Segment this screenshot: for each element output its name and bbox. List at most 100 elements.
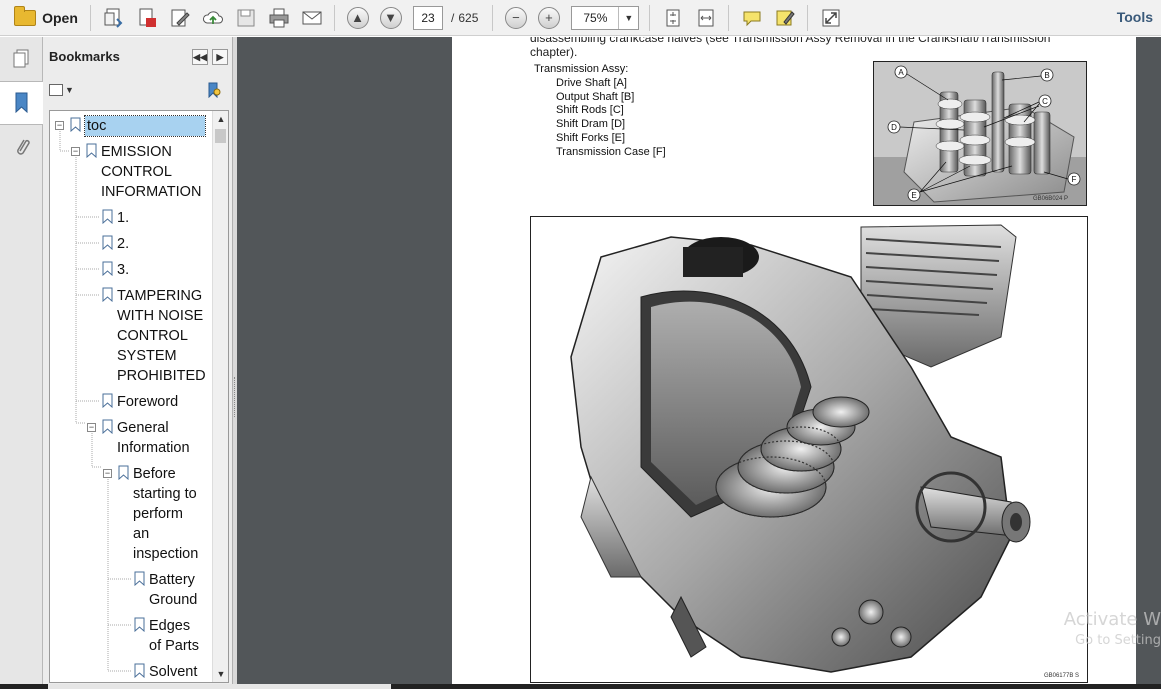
callout-label-b: B [1044,71,1049,80]
print-button[interactable] [262,4,295,32]
expand-button[interactable] [814,4,847,32]
toolbar-separator [728,4,730,31]
bookmark-label[interactable]: General Information [117,418,212,458]
tools-button[interactable]: Tools [1117,9,1153,25]
zoom-select[interactable]: 75% ▼ [571,5,640,30]
bookmark-label[interactable]: 1. [117,208,207,228]
bookmark-label[interactable]: Foreword [117,392,212,412]
navigation-pane-rail [0,37,43,689]
attachments-tab[interactable] [0,125,43,169]
activation-watermark: Activate W [1063,609,1161,630]
bookmark-icon [118,465,129,480]
collapse-panel-button[interactable]: ◀◀ [192,49,208,65]
create-pdf-button[interactable] [97,4,130,32]
bookmarks-scrollbar[interactable]: ▲ ▼ [212,111,228,682]
bookmark-label[interactable]: Edges of Parts [149,616,213,656]
options-menu-button[interactable]: ▼ [49,84,74,96]
transmission-photo-graphic: A B C D E F [874,62,1086,205]
bookmarks-header: Bookmarks ◀◀ ▶ [43,37,232,75]
document-viewport[interactable]: disassembling crankcase halves (see Tran… [237,37,1161,689]
list-heading: Transmission Assy: [534,63,629,75]
edit-button[interactable] [163,4,196,32]
find-bookmark-icon[interactable] [206,82,222,98]
expand-panel-arrow-icon[interactable]: ▶ [212,49,228,65]
highlighter-icon [776,10,795,25]
bookmark-icon [102,287,113,302]
zoom-in-button[interactable]: + [532,4,565,32]
scrollbar-thumb[interactable] [215,129,226,143]
page-thumbnails-tab[interactable] [0,37,43,81]
list-item: Shift Dram [D] [556,118,626,131]
bookmark-ribbon-icon [15,92,27,114]
arrow-down-icon: ▼ [379,6,402,29]
edit-pen-icon [171,9,190,26]
fit-page-button[interactable] [656,4,689,32]
page-count: 625 [458,10,479,25]
page-number-input[interactable]: 23 [413,5,443,30]
plus-icon: + [537,6,560,29]
list-item: Shift Rods [C] [556,104,624,117]
callout-label-d: D [891,123,897,132]
engine-cutaway-illustration: GB06177B S [530,216,1088,683]
upload-button[interactable] [196,4,229,32]
bookmark-icon [102,209,113,224]
page-separator: / [451,10,455,25]
bookmark-label[interactable]: TAMPERING WITH NOISE CONTROL SYSTEM PROH… [117,286,212,386]
bookmark-label[interactable]: Battery Ground [149,570,213,610]
collapse-toggle-icon[interactable]: − [87,423,96,432]
zoom-value[interactable]: 75% [572,7,618,29]
email-button[interactable] [295,4,328,32]
toolbar-separator [807,4,809,31]
collapse-toggle-icon[interactable]: − [55,121,64,130]
callout-label-f: F [1072,175,1077,184]
previous-page-button[interactable]: ▲ [341,4,374,32]
figure-code: GB06B024 P [1032,196,1068,202]
pdf-page: disassembling crankcase halves (see Tran… [452,37,1136,689]
transmission-assy-list: Transmission Assy: Drive Shaft [A] Outpu… [534,63,666,160]
bookmark-label[interactable]: 3. [117,260,207,280]
comment-button[interactable] [735,4,768,32]
splitter-grip[interactable] [234,377,236,417]
scrollbar-thumb[interactable] [48,684,391,689]
highlight-button[interactable] [768,4,801,32]
bookmarks-title: Bookmarks [49,48,120,64]
transmission-assy-photo: A B C D E F GB06B024 P [873,61,1087,206]
bookmarks-options-bar: ▼ [43,75,232,105]
bookmark-icon [102,261,113,276]
engine-graphic [570,224,1031,673]
bookmark-icon [134,617,145,632]
pdf-export-icon [139,8,156,27]
chevron-down-icon[interactable]: ▼ [618,6,638,29]
open-button[interactable]: Open [8,4,84,32]
scroll-up-icon[interactable]: ▲ [213,111,228,127]
collapse-toggle-icon[interactable]: − [103,469,112,478]
create-pdf-icon [104,8,122,28]
bookmark-label[interactable]: Solvent [149,662,213,682]
bookmark-icon [102,393,113,408]
cloud-upload-icon [202,10,223,24]
collapse-toggle-icon[interactable]: − [71,147,80,156]
bookmark-item[interactable]: − toc [50,115,210,138]
zoom-out-button[interactable]: − [499,4,532,32]
dropdown-arrow-icon: ▼ [65,85,74,95]
bookmarks-panel: Bookmarks ◀◀ ▶ ▼ − toc − EMISSION CONTRO… [43,37,233,689]
bookmark-icon [102,235,113,250]
expand-arrows-icon [822,9,840,26]
bookmark-label[interactable]: Before starting to perform an inspection [133,464,213,564]
save-disk-icon [237,9,254,26]
list-item: Drive Shaft [A] [556,76,627,89]
list-item: Output Shaft [B] [556,90,635,103]
save-button[interactable] [229,4,262,32]
minus-icon: − [504,6,527,29]
full-width-button[interactable] [689,4,722,32]
toolbar-separator [334,4,335,31]
bookmark-label[interactable]: EMISSION CONTROL INFORMATION [101,142,211,202]
export-pdf-button[interactable] [130,4,163,32]
arrow-up-icon: ▲ [346,6,369,29]
next-page-button[interactable]: ▼ [374,4,407,32]
bookmarks-tab[interactable] [0,81,43,125]
activation-watermark-subtext: Go to Setting [1075,633,1161,648]
scroll-down-icon[interactable]: ▼ [213,666,228,682]
bookmark-label[interactable]: toc [84,115,206,137]
bookmark-label[interactable]: 2. [117,234,207,254]
